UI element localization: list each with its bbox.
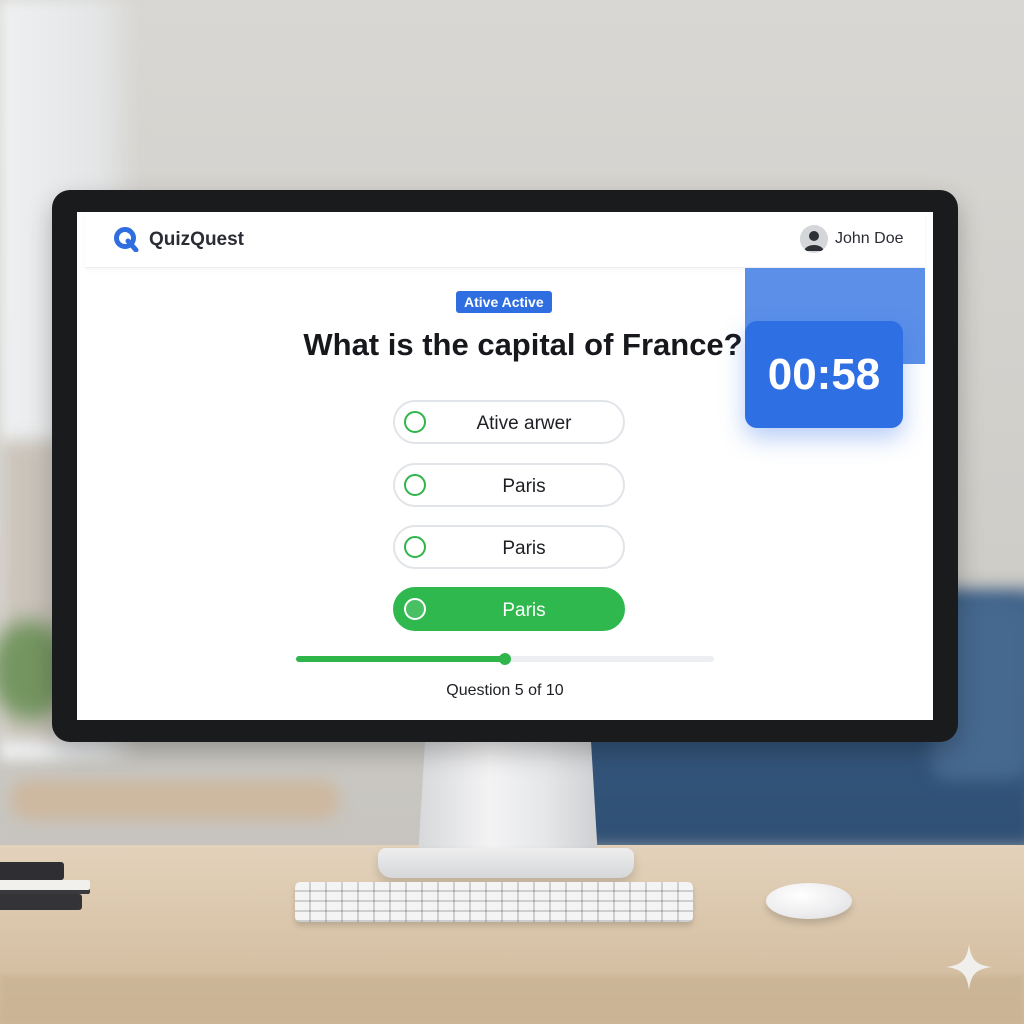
radio-circle-icon[interactable] [404,411,426,433]
answer-option[interactable]: Ative arwer [393,400,625,444]
book [0,862,64,880]
radio-circle-icon[interactable] [404,598,426,620]
app-name[interactable]: QuizQuest [149,229,244,251]
progress-bar-knob [499,653,511,665]
keyboard [295,882,693,922]
answer-option-label: Paris [502,600,546,621]
q-logo-icon[interactable] [113,226,139,252]
mouse [766,883,852,919]
answer-option[interactable]: Paris [393,463,625,507]
answer-option-label: Paris [502,476,546,497]
sparkle-icon [946,944,992,990]
answer-option-selected[interactable]: Paris [393,587,625,631]
user-name[interactable]: John Doe [835,230,904,248]
desk-edge [0,975,1024,1024]
progress-bar [296,653,714,665]
question-text: What is the capital of France? [303,327,743,362]
book [0,880,90,894]
answer-option-label: Ative arwer [476,413,572,434]
monitor-stand-base [378,848,634,878]
radio-circle-icon[interactable] [404,536,426,558]
status-badge: Ative Active [456,291,552,313]
book [0,894,82,910]
radio-circle-icon[interactable] [404,474,426,496]
answer-option[interactable]: Paris [393,525,625,569]
answer-option-label: Paris [502,538,546,559]
monitor-stand [418,738,598,858]
app-header: QuizQuest John Doe [85,212,925,268]
countdown-timer: 00:58 [745,321,903,428]
user-avatar-icon[interactable] [800,225,828,253]
progress-bar-fill [296,656,505,662]
background-table [10,780,340,820]
question-counter: Question 5 of 10 [446,682,564,699]
